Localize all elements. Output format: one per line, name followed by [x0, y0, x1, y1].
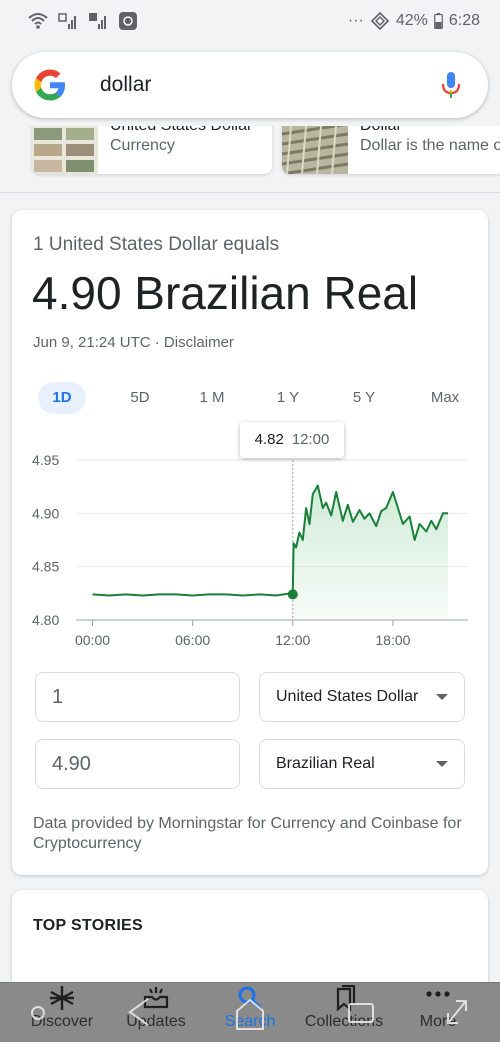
nfc-icon — [370, 12, 389, 30]
search-input[interactable]: dollar — [100, 73, 440, 97]
system-home-icon — [236, 998, 264, 1030]
battery-percent: 42% — [395, 12, 428, 29]
chart-tooltip: 4.82 12:00 — [240, 422, 344, 458]
to-amount-value: 4.90 — [52, 752, 91, 775]
tooltip-value: 4.82 — [254, 431, 284, 448]
wifi-icon — [28, 13, 48, 29]
to-amount-input[interactable]: 4.90 — [35, 739, 240, 789]
status-dots: ··· — [347, 12, 364, 29]
from-currency-value: United States Dollar — [276, 688, 419, 705]
knowledge-card-title: Dollar — [360, 126, 500, 136]
nav-more[interactable]: More — [388, 983, 488, 1042]
nav-label: Discover — [30, 1013, 94, 1030]
knowledge-card-subtitle: Dollar is the name o — [360, 137, 500, 154]
currency-converter-card: 1 United States Dollar equals 4.90 Brazi… — [12, 210, 488, 875]
knowledge-card-dollar[interactable]: Dollar Dollar is the name o — [282, 126, 500, 174]
dropdown-arrow-icon — [436, 694, 448, 700]
nav-discover[interactable]: Discover — [12, 983, 112, 1042]
highlight-point[interactable] — [287, 589, 298, 600]
x-tick-label: 06:00 — [175, 632, 210, 648]
x-tick-label: 00:00 — [75, 632, 110, 648]
knowledge-card-usd[interactable]: United States Dollar Currency — [32, 126, 272, 174]
nav-label: More — [419, 1013, 457, 1030]
status-icons-right: ··· 42% 6:28 — [348, 12, 480, 30]
y-tick-label: 4.90 — [32, 505, 59, 521]
system-back-icon — [128, 998, 149, 1026]
time-range-tabs: 1D 5D 1 M 1 Y 5 Y Max — [38, 382, 468, 414]
system-circle-icon — [31, 1006, 45, 1020]
timestamp-line: Jun 9, 21:24 UTC · Disclaimer — [33, 334, 234, 351]
status-icons-left — [28, 12, 138, 30]
exchange-rate-chart[interactable]: 4.95 4.90 4.85 4.80 00:00 06:00 12:00 18:00 — [12, 450, 488, 660]
knowledge-card-title: United States Dollar — [110, 126, 252, 136]
battery-icon — [433, 13, 443, 29]
tab-5d[interactable]: 5D — [120, 382, 160, 414]
y-tick-label: 4.95 — [32, 452, 59, 468]
from-amount-value: 1 — [52, 685, 64, 708]
search-bar[interactable]: dollar — [12, 52, 488, 118]
nav-updates[interactable]: Updates — [106, 983, 206, 1042]
nav-collections[interactable]: Collections — [294, 983, 394, 1042]
system-expand-icon — [447, 1000, 467, 1024]
tab-5y[interactable]: 5 Y — [342, 382, 386, 414]
nav-label: Updates — [126, 1013, 186, 1030]
dollar-stack-image — [282, 126, 348, 174]
from-amount-input[interactable]: 1 — [35, 672, 240, 722]
system-recents-icon — [348, 1003, 374, 1023]
top-stories-card: TOP STORIES — [12, 890, 488, 990]
clock: 6:28 — [448, 12, 480, 29]
tooltip-time: 12:00 — [291, 431, 330, 448]
signal-icon — [58, 13, 76, 29]
y-tick-label: 4.80 — [32, 612, 59, 628]
nav-label: Collections — [304, 1013, 384, 1030]
conversion-result: 4.90 Brazilian Real — [32, 267, 419, 319]
x-tick-label: 18:00 — [375, 632, 410, 648]
top-stories-title: TOP STORIES — [33, 917, 144, 934]
usd-banknotes-image — [32, 126, 98, 174]
timestamp: Jun 9, 21:24 UTC — [33, 334, 151, 351]
data-attribution: Data provided by Morningstar for Currenc… — [33, 815, 462, 852]
microphone-icon[interactable] — [440, 70, 462, 100]
y-tick-label: 4.85 — [32, 559, 59, 575]
knowledge-card-subtitle: Currency — [110, 137, 175, 154]
signal-2-icon — [89, 13, 106, 29]
knowledge-cards-strip: United States Dollar Currency Dollar Dol… — [0, 126, 500, 190]
google-logo-icon — [34, 69, 65, 101]
status-bar: ··· 42% 6:28 — [0, 0, 500, 42]
to-currency-select[interactable]: Brazilian Real — [259, 739, 465, 789]
conversion-label: 1 United States Dollar equals — [33, 234, 280, 255]
dropdown-arrow-icon — [436, 761, 448, 767]
app-notification-icon — [119, 12, 137, 30]
disclaimer-link[interactable]: Disclaimer — [164, 334, 234, 351]
tab-1y[interactable]: 1 Y — [266, 382, 310, 414]
chart-area-fill — [292, 485, 448, 620]
from-currency-select[interactable]: United States Dollar — [259, 672, 465, 722]
tab-1d[interactable]: 1D — [38, 382, 86, 414]
separator: · — [154, 334, 160, 351]
tab-1m[interactable]: 1 M — [190, 382, 234, 414]
tab-max[interactable]: Max — [420, 382, 470, 414]
bottom-navigation: Discover Updates Search Collections More — [0, 982, 500, 1042]
x-tick-label: 12:00 — [275, 632, 310, 648]
to-currency-value: Brazilian Real — [276, 755, 375, 772]
section-divider — [0, 192, 500, 193]
asterisk-icon — [50, 986, 74, 1010]
